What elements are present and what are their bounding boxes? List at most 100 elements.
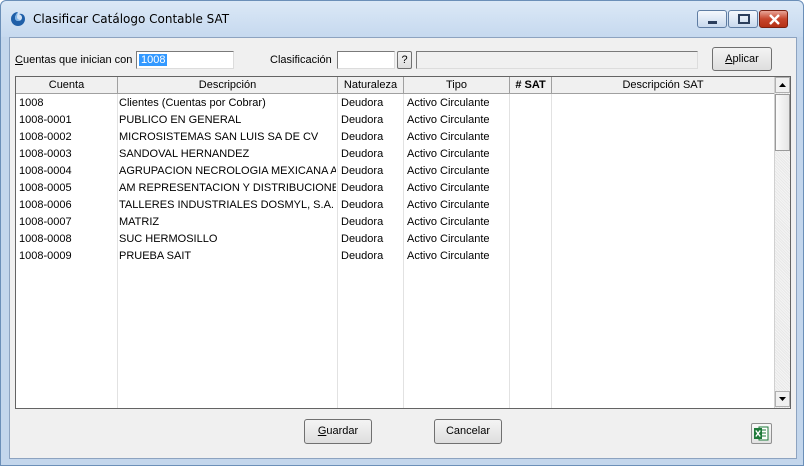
swirl-app-icon	[11, 12, 25, 26]
cell-descripcion: PUBLICO EN GENERAL	[119, 114, 242, 126]
cell-cuenta: 1008-0001	[19, 114, 72, 126]
table-row[interactable]: 1008-0005 AM REPRESENTACION Y DISTRIBUCI…	[16, 180, 774, 197]
clasificacion-help-button[interactable]: ?	[397, 51, 412, 69]
cell-descripcion: MATRIZ	[119, 216, 160, 228]
cell-naturaleza: Deudora	[341, 199, 384, 211]
cell-descripcion-sat	[555, 112, 771, 129]
cell-descripcion: PRUEBA SAIT	[119, 250, 192, 262]
excel-export-button[interactable]	[751, 423, 772, 444]
cancelar-button[interactable]: Cancelar	[434, 419, 502, 444]
clasificacion-label: Clasificación	[270, 54, 332, 66]
cell-cuenta: 1008-0004	[19, 165, 72, 177]
cell-cuenta: 1008-0008	[19, 233, 72, 245]
scrollbar-thumb[interactable]	[775, 94, 790, 151]
col-header-descripcion-sat[interactable]: Descripción SAT	[552, 77, 774, 93]
cell-cuenta: 1008-0002	[19, 131, 72, 143]
cell-descripcion-sat	[555, 146, 771, 163]
scroll-down-button[interactable]	[775, 391, 790, 407]
cell-descripcion-sat	[555, 163, 771, 180]
cell-num-sat	[513, 129, 549, 146]
table-row[interactable]: 1008-0009 PRUEBA SAIT Deudora Activo Cir…	[16, 248, 774, 265]
excel-export-icon	[754, 426, 769, 441]
minimize-button[interactable]	[697, 10, 727, 28]
cell-descripcion-sat	[555, 180, 771, 197]
cell-num-sat	[513, 163, 549, 180]
cuentas-prefix-input[interactable]: 1008	[136, 51, 234, 69]
col-header-naturaleza[interactable]: Naturaleza	[338, 77, 404, 93]
cell-naturaleza: Deudora	[341, 148, 384, 160]
table-row[interactable]: 1008-0008 SUC HERMOSILLO Deudora Activo …	[16, 231, 774, 248]
col-header-descripcion[interactable]: Descripción	[118, 77, 338, 93]
maximize-icon	[738, 14, 750, 24]
cell-naturaleza: Deudora	[341, 131, 384, 143]
minimize-icon	[708, 21, 717, 24]
close-icon	[769, 14, 780, 25]
table-row[interactable]: 1008-0006 TALLERES INDUSTRIALES DOSMYL, …	[16, 197, 774, 214]
cell-naturaleza: Deudora	[341, 182, 384, 194]
dialog-body: Cuentas que inician con 1008 Clasificaci…	[9, 37, 797, 459]
table-row[interactable]: 1008-0001 PUBLICO EN GENERAL Deudora Act…	[16, 112, 774, 129]
cell-descripcion: TALLERES INDUSTRIALES DOSMYL, S.A. DE	[119, 199, 336, 211]
cell-cuenta: 1008-0009	[19, 250, 72, 262]
aplicar-button[interactable]: Aplicar	[712, 47, 772, 71]
cell-tipo: Activo Circulante	[407, 165, 490, 177]
cell-descripcion-sat	[555, 248, 771, 265]
cell-naturaleza: Deudora	[341, 233, 384, 245]
cell-num-sat	[513, 248, 549, 265]
table-row[interactable]: 1008-0002 MICROSISTEMAS SAN LUIS SA DE C…	[16, 129, 774, 146]
cuentas-label: Cuentas que inician con	[15, 54, 133, 66]
maximize-button[interactable]	[728, 10, 758, 28]
scroll-up-arrow-icon	[779, 83, 786, 87]
cell-num-sat	[513, 146, 549, 163]
cell-descripcion: Clientes (Cuentas por Cobrar)	[119, 97, 266, 109]
table-row[interactable]: 1008-0007 MATRIZ Deudora Activo Circulan…	[16, 214, 774, 231]
cell-descripcion-sat	[555, 95, 771, 112]
grid-header: Cuenta Descripción Naturaleza Tipo # SAT…	[16, 77, 774, 94]
cell-descripcion: AM REPRESENTACION Y DISTRIBUCIONES DE	[119, 182, 336, 194]
cell-tipo: Activo Circulante	[407, 199, 490, 211]
cell-tipo: Activo Circulante	[407, 216, 490, 228]
cell-cuenta: 1008	[19, 97, 44, 109]
table-row[interactable]: 1008-0004 AGRUPACION NECROLOGIA MEXICANA…	[16, 163, 774, 180]
col-header-tipo[interactable]: Tipo	[404, 77, 510, 93]
accounts-grid[interactable]: Cuenta Descripción Naturaleza Tipo # SAT…	[15, 76, 791, 409]
close-button[interactable]	[759, 10, 788, 28]
cell-naturaleza: Deudora	[341, 97, 384, 109]
clasificacion-input[interactable]	[337, 51, 395, 69]
col-header-cuenta[interactable]: Cuenta	[16, 77, 118, 93]
cell-cuenta: 1008-0005	[19, 182, 72, 194]
grid-vertical-scrollbar[interactable]	[774, 77, 790, 408]
cell-descripcion-sat	[555, 214, 771, 231]
cell-descripcion: AGRUPACION NECROLOGIA MEXICANA AC	[119, 165, 336, 177]
cell-num-sat	[513, 95, 549, 112]
scroll-up-button[interactable]	[775, 77, 790, 93]
cell-tipo: Activo Circulante	[407, 131, 490, 143]
cell-tipo: Activo Circulante	[407, 233, 490, 245]
cell-cuenta: 1008-0006	[19, 199, 72, 211]
cell-cuenta: 1008-0007	[19, 216, 72, 228]
cell-descripcion-sat	[555, 129, 771, 146]
guardar-button[interactable]: Guardar	[304, 419, 372, 444]
cell-descripcion-sat	[555, 197, 771, 214]
cell-num-sat	[513, 180, 549, 197]
cell-naturaleza: Deudora	[341, 114, 384, 126]
table-row[interactable]: 1008 Clientes (Cuentas por Cobrar) Deudo…	[16, 95, 774, 112]
scroll-down-arrow-icon	[779, 397, 786, 401]
title-bar[interactable]: Clasificar Catálogo Contable SAT	[1, 1, 803, 37]
table-row[interactable]: 1008-0003 SANDOVAL HERNANDEZ Deudora Act…	[16, 146, 774, 163]
cell-naturaleza: Deudora	[341, 216, 384, 228]
col-header-num-sat[interactable]: # SAT	[510, 77, 552, 93]
clasificacion-description-field	[416, 51, 698, 69]
cell-cuenta: 1008-0003	[19, 148, 72, 160]
cell-naturaleza: Deudora	[341, 165, 384, 177]
cell-tipo: Activo Circulante	[407, 114, 490, 126]
cell-tipo: Activo Circulante	[407, 182, 490, 194]
cell-descripcion: SANDOVAL HERNANDEZ	[119, 148, 250, 160]
cell-naturaleza: Deudora	[341, 250, 384, 262]
cell-num-sat	[513, 231, 549, 248]
cell-descripcion: SUC HERMOSILLO	[119, 233, 218, 245]
cell-tipo: Activo Circulante	[407, 97, 490, 109]
cell-num-sat	[513, 197, 549, 214]
cell-num-sat	[513, 214, 549, 231]
cell-descripcion: MICROSISTEMAS SAN LUIS SA DE CV	[119, 131, 319, 143]
